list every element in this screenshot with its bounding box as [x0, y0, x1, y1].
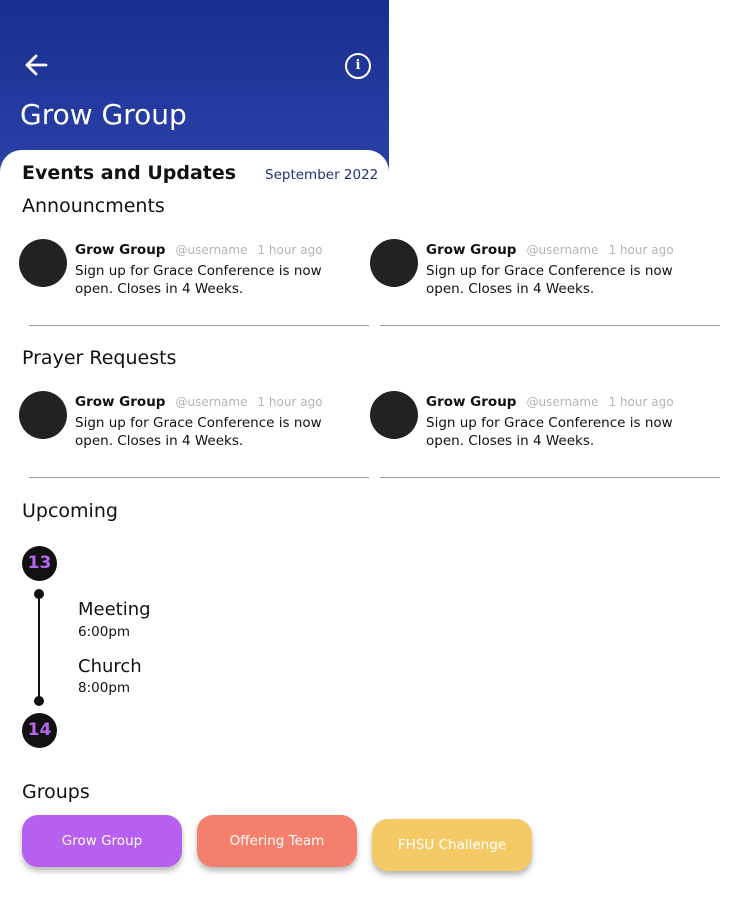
post-text: Sign up for Grace Conference is now open… [75, 263, 322, 297]
upcoming-title: Upcoming [22, 500, 118, 522]
timeline-line [38, 594, 40, 701]
post-time: 1 hour ago [257, 395, 323, 409]
announcement-post[interactable]: Grow Group @username 1 hour ago Sign up fo… [19, 239, 364, 319]
groups-title: Groups [22, 781, 90, 803]
group-button-offering-team[interactable]: Offering Team [197, 815, 357, 867]
divider [29, 325, 369, 326]
post-username: @username [175, 395, 248, 409]
avatar [19, 239, 67, 287]
post-text: Sign up for Grace Conference is now open… [426, 415, 673, 449]
post-author: Grow Group [426, 394, 517, 410]
post-author: Grow Group [75, 394, 166, 410]
event-time: 6:00pm [78, 624, 131, 640]
avatar [370, 239, 418, 287]
post-username: @username [175, 243, 248, 257]
post-text: Sign up for Grace Conference is now open… [426, 263, 673, 297]
post-username: @username [526, 243, 599, 257]
avatar [19, 391, 67, 439]
timeline-dot [34, 589, 44, 599]
avatar [370, 391, 418, 439]
divider [380, 477, 720, 478]
prayer-post[interactable]: Grow Group @username 1 hour ago Sign up fo… [19, 391, 364, 471]
post-username: @username [526, 395, 599, 409]
post-time: 1 hour ago [608, 243, 674, 257]
divider [380, 325, 720, 326]
events-title: Events and Updates [22, 162, 237, 184]
timeline-dot [34, 696, 44, 706]
event-time: 8:00pm [78, 680, 131, 696]
day-badge[interactable]: 14 [22, 713, 57, 748]
post-time: 1 hour ago [257, 243, 323, 257]
post-author: Grow Group [426, 242, 517, 258]
post-time: 1 hour ago [608, 395, 674, 409]
event-name[interactable]: Church [78, 656, 142, 677]
page-title: Grow Group [20, 98, 187, 131]
info-icon[interactable]: i [345, 53, 371, 79]
announcement-post[interactable]: Grow Group @username 1 hour ago Sign up fo… [370, 239, 715, 319]
divider [29, 477, 369, 478]
prayer-post[interactable]: Grow Group @username 1 hour ago Sign up fo… [370, 391, 715, 471]
post-author: Grow Group [75, 242, 166, 258]
announcements-title: Announcments [22, 195, 165, 217]
month-label[interactable]: September 2022 [265, 167, 378, 183]
post-text: Sign up for Grace Conference is now open… [75, 415, 322, 449]
day-badge[interactable]: 13 [22, 546, 57, 581]
event-name[interactable]: Meeting [78, 599, 151, 620]
group-button-grow-group[interactable]: Grow Group [22, 815, 182, 867]
group-button-fhsu-challenge[interactable]: FHSU Challenge [372, 819, 532, 871]
arrow-left-icon[interactable] [22, 51, 50, 79]
prayer-requests-title: Prayer Requests [22, 347, 177, 369]
